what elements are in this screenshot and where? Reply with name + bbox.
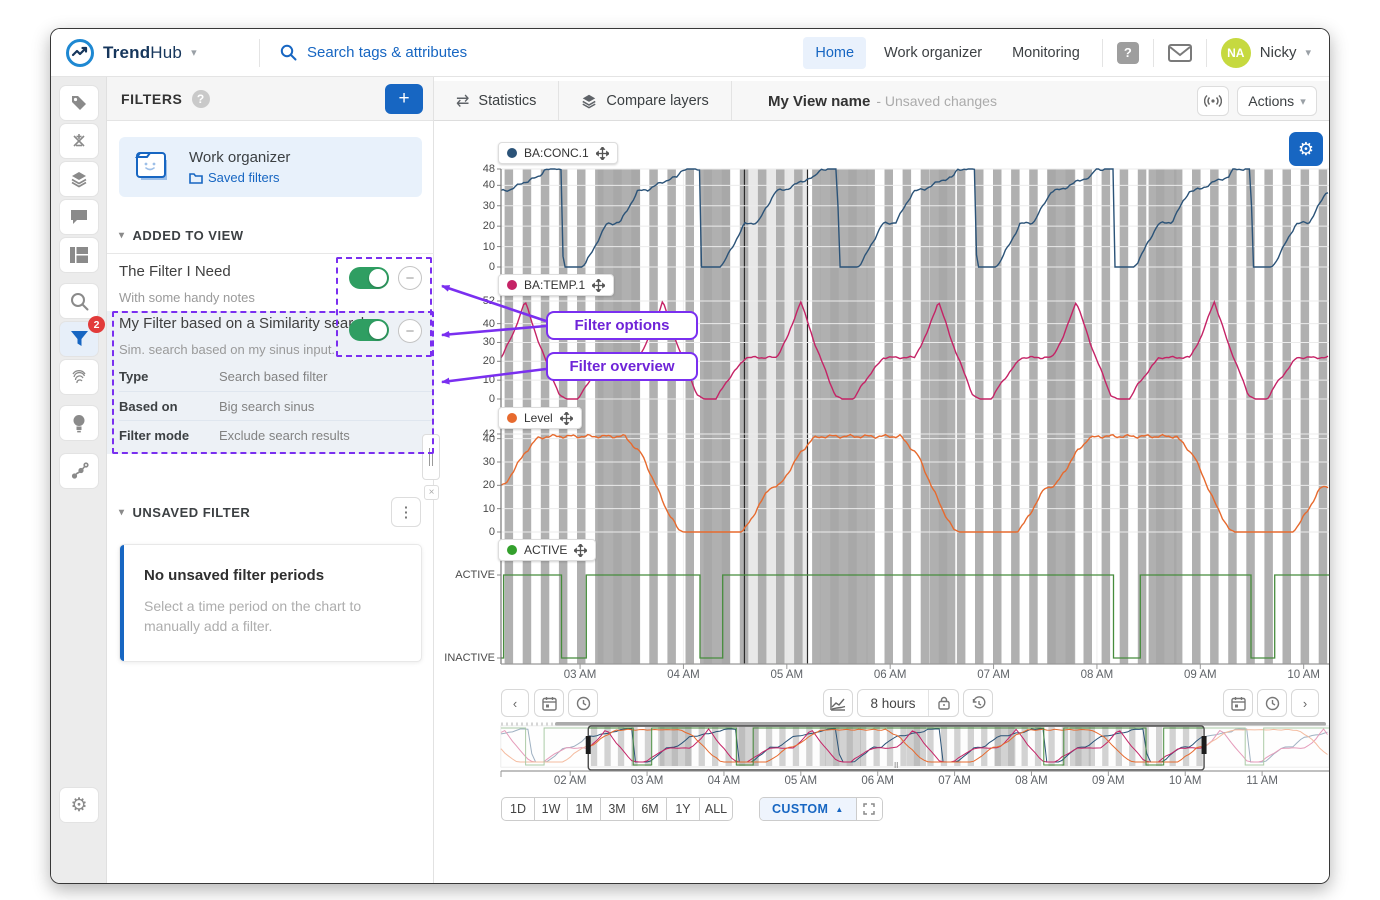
nav-work-organizer[interactable]: Work organizer (872, 37, 994, 69)
move-icon[interactable] (560, 412, 573, 425)
rail-context-items-button[interactable] (59, 453, 99, 489)
window-handle-right[interactable] (1202, 736, 1207, 754)
detail-row-type: Type Search based filter (119, 362, 434, 391)
panel-title: FILTERS (121, 91, 183, 107)
search-icon (70, 292, 89, 311)
filter-item-subtitle: With some handy notes (119, 290, 255, 305)
formula-icon (70, 132, 88, 150)
fingerprint-icon (70, 368, 88, 386)
collapse-chevron-icon: ▾ (119, 230, 125, 241)
remove-filter-button[interactable]: − (398, 319, 422, 343)
legend-chip-active[interactable]: ACTIVE (498, 539, 596, 561)
filter-funnel-icon (70, 330, 89, 348)
remove-filter-button[interactable]: − (398, 266, 422, 290)
move-icon[interactable] (574, 544, 587, 557)
filter-enabled-toggle[interactable] (349, 319, 389, 341)
series-color-dot (507, 413, 517, 423)
panel-help-icon[interactable]: ? (192, 90, 210, 108)
help-icon[interactable]: ? (1117, 42, 1139, 64)
added-to-view-header[interactable]: ▾ ADDED TO VIEW (119, 228, 244, 243)
lightbulb-icon (72, 414, 86, 433)
nav-home[interactable]: Home (803, 37, 866, 69)
app-window: TrendHub ▾ Search tags & attributes Home… (50, 28, 1330, 884)
detail-row-based-on: Based on Big search sinus (119, 391, 434, 420)
legend-chip-level[interactable]: Level (498, 407, 582, 429)
nav-monitoring[interactable]: Monitoring (1000, 37, 1092, 69)
window-grip[interactable]: II (894, 761, 898, 770)
chart-area[interactable]: ⇄ Statistics Compare layers My View name… (434, 81, 1330, 884)
rail-comments-button[interactable] (59, 199, 99, 235)
overview-strip[interactable]: II (434, 81, 1330, 884)
work-organizer-title: Work organizer (189, 149, 290, 166)
no-unsaved-filters-card: No unsaved filter periods Select a time … (119, 544, 422, 662)
detail-row-filter-mode: Filter mode Exclude search results (119, 420, 434, 449)
legend-chip-temp[interactable]: BA:TEMP.1 (498, 274, 614, 296)
filters-panel-header: FILTERS ? + (107, 77, 433, 121)
rail-settings-button[interactable]: ⚙ (59, 787, 99, 823)
rail-tags-button[interactable] (59, 85, 99, 121)
filter-count-badge: 2 (88, 316, 105, 333)
node-graph-icon (70, 462, 89, 481)
filter-item-1[interactable]: The Filter I Need With some handy notes … (107, 257, 434, 311)
filter-item-title: The Filter I Need (119, 263, 231, 280)
move-icon[interactable] (592, 279, 605, 292)
rail-fingerprint-button[interactable] (59, 359, 99, 395)
rail-recommendations-button[interactable] (59, 405, 99, 441)
rail-filters-button[interactable]: 2 (59, 321, 99, 357)
divider (107, 253, 434, 254)
brand[interactable]: TrendHub ▾ (51, 39, 259, 67)
comment-icon (70, 209, 88, 225)
dashboard-icon (70, 247, 88, 263)
unsaved-filter-header[interactable]: ▾ UNSAVED FILTER (119, 505, 250, 520)
panel-close-button[interactable]: × (424, 485, 439, 500)
gear-icon: ⚙ (70, 794, 87, 817)
unsaved-filter-menu-button[interactable]: ⋮ (391, 497, 421, 527)
series-color-dot (507, 148, 517, 158)
work-organizer-card[interactable]: Work organizer Saved filters (119, 137, 422, 197)
rail-layers-button[interactable] (59, 161, 99, 197)
empty-state-title: No unsaved filter periods (144, 567, 401, 584)
filter-details: Type Search based filter Based on Big se… (107, 357, 434, 454)
left-icon-rail: 2 ⚙ (51, 77, 107, 884)
user-menu[interactable]: NA Nicky ▾ (1207, 38, 1330, 68)
window-handle-left[interactable] (586, 736, 591, 754)
user-name: Nicky (1260, 44, 1297, 61)
rail-search-button[interactable] (59, 283, 99, 319)
add-filter-button[interactable]: + (385, 84, 423, 114)
filter-item-2[interactable]: My Filter based on a Similarity search S… (107, 311, 434, 357)
filter-enabled-toggle[interactable] (349, 267, 389, 289)
user-chevron-down-icon: ▾ (1305, 46, 1311, 59)
folder-icon (189, 172, 203, 184)
annotation-label-filter-options: Filter options (546, 311, 698, 340)
annotation-label-filter-overview: Filter overview (546, 352, 698, 381)
folder-illustration-icon (133, 149, 175, 185)
saved-filters-link[interactable]: Saved filters (189, 170, 290, 185)
brand-chevron-down-icon[interactable]: ▾ (191, 46, 197, 59)
legend-chip-conc[interactable]: BA:CONC.1 (498, 142, 618, 164)
top-nav: Home Work organizer Monitoring (803, 37, 1091, 69)
collapse-chevron-icon: ▾ (119, 507, 125, 518)
series-color-dot (507, 280, 517, 290)
series-color-dot (507, 545, 517, 555)
search-input[interactable]: Search tags & attributes (307, 44, 467, 61)
panel-resize-handle[interactable] (422, 434, 440, 480)
brand-name: TrendHub (103, 43, 182, 63)
avatar: NA (1221, 38, 1251, 68)
rail-formulas-button[interactable] (59, 123, 99, 159)
top-bar: TrendHub ▾ Search tags & attributes Home… (51, 29, 1330, 77)
filter-item-title: My Filter based on a Similarity search (119, 315, 369, 332)
tag-icon (70, 94, 88, 112)
mail-icon[interactable] (1168, 44, 1192, 62)
global-search[interactable]: Search tags & attributes (260, 44, 803, 61)
layers-icon (70, 170, 88, 188)
chart-settings-button[interactable]: ⚙ (1289, 132, 1323, 166)
trendhub-logo-icon (66, 39, 94, 67)
filter-item-subtitle: Sim. search based on my sinus input. (119, 342, 335, 357)
search-icon (280, 44, 297, 61)
rail-dashboard-button[interactable] (59, 237, 99, 273)
move-icon[interactable] (596, 147, 609, 160)
empty-state-text: Select a time period on the chart to man… (144, 596, 401, 637)
filters-panel: FILTERS ? + Work organizer Saved filters (107, 77, 434, 884)
